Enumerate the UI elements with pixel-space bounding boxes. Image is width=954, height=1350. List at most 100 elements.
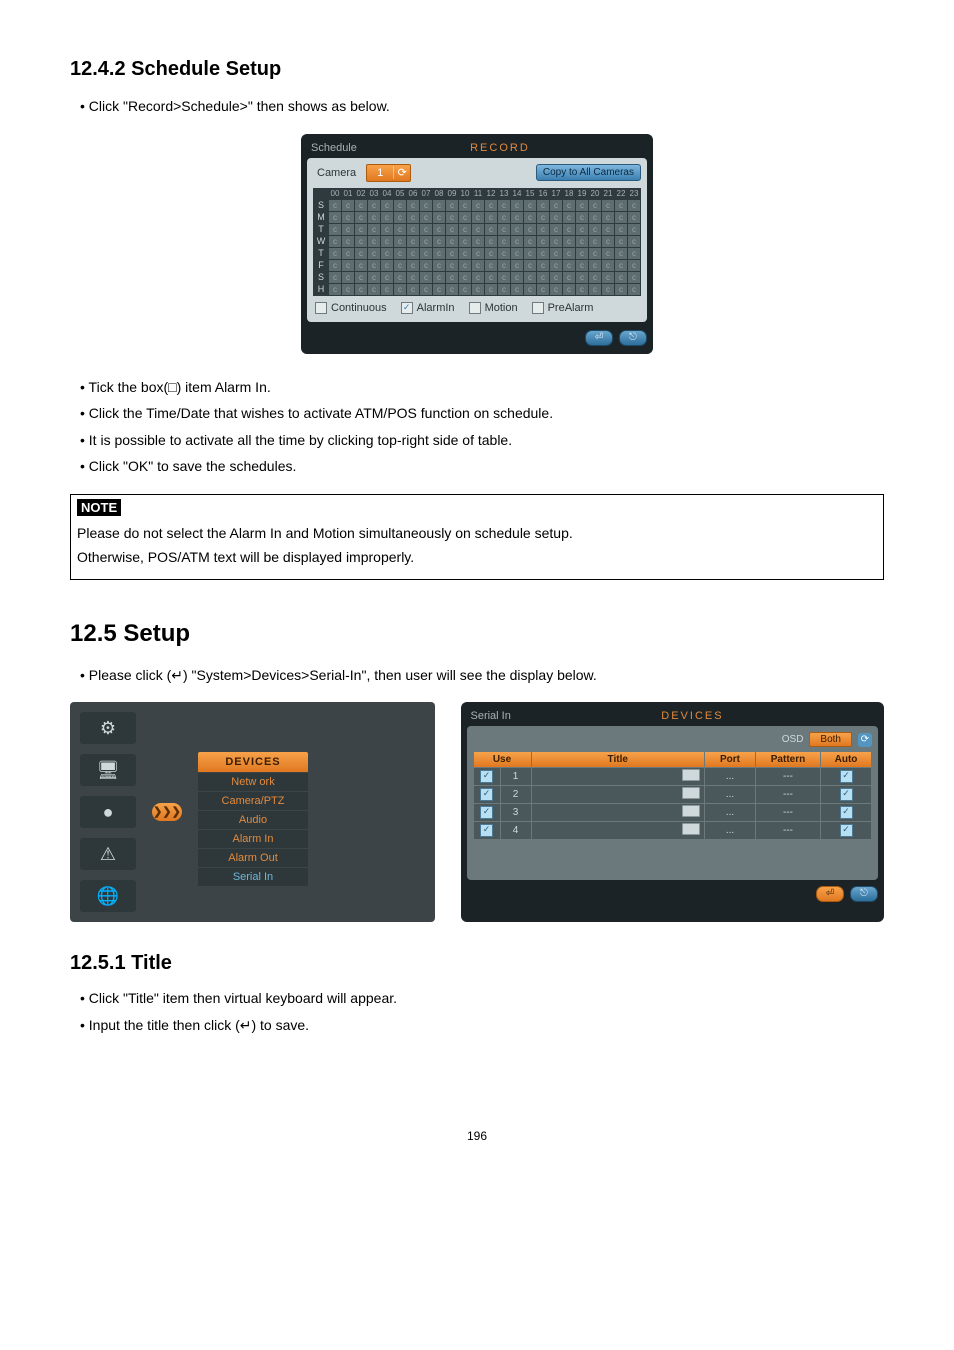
schedule-cell[interactable]: c bbox=[420, 248, 432, 259]
schedule-cell[interactable]: c bbox=[563, 272, 575, 283]
schedule-cell[interactable]: c bbox=[407, 284, 419, 295]
use-checkbox[interactable]: ✓ bbox=[480, 788, 493, 801]
system-icon[interactable]: ⚙ bbox=[80, 712, 136, 744]
schedule-cell[interactable]: c bbox=[485, 212, 497, 223]
schedule-cell[interactable]: c bbox=[524, 284, 536, 295]
schedule-cell[interactable]: c bbox=[537, 260, 549, 271]
schedule-cell[interactable]: c bbox=[524, 236, 536, 247]
schedule-cell[interactable]: c bbox=[563, 224, 575, 235]
event-icon[interactable]: ⚠ bbox=[80, 838, 136, 870]
schedule-cell[interactable]: c bbox=[524, 260, 536, 271]
schedule-cell[interactable]: c bbox=[628, 236, 640, 247]
schedule-cell[interactable]: c bbox=[459, 224, 471, 235]
schedule-cell[interactable]: c bbox=[628, 200, 640, 211]
schedule-cell[interactable]: c bbox=[446, 212, 458, 223]
schedule-cell[interactable]: c bbox=[446, 272, 458, 283]
schedule-cell[interactable]: c bbox=[368, 212, 380, 223]
schedule-cell[interactable]: c bbox=[433, 284, 445, 295]
schedule-cell[interactable]: c bbox=[355, 284, 367, 295]
schedule-cell[interactable]: c bbox=[355, 212, 367, 223]
schedule-cell[interactable]: c bbox=[433, 224, 445, 235]
schedule-cell[interactable]: c bbox=[407, 236, 419, 247]
schedule-cell[interactable]: c bbox=[342, 248, 354, 259]
schedule-cell[interactable]: c bbox=[498, 284, 510, 295]
schedule-cell[interactable]: c bbox=[433, 248, 445, 259]
motion-checkbox[interactable] bbox=[469, 302, 481, 314]
osd-mode-button[interactable]: Both bbox=[809, 732, 852, 747]
menu-item-network[interactable]: Netw ork bbox=[198, 773, 308, 791]
exit-button[interactable]: ⎋ bbox=[850, 886, 878, 902]
schedule-cell[interactable]: c bbox=[498, 248, 510, 259]
schedule-cell[interactable]: c bbox=[550, 272, 562, 283]
schedule-cell[interactable]: c bbox=[407, 260, 419, 271]
schedule-cell[interactable]: c bbox=[615, 212, 627, 223]
schedule-cell[interactable]: c bbox=[563, 248, 575, 259]
schedule-cell[interactable]: c bbox=[342, 212, 354, 223]
schedule-cell[interactable]: c bbox=[498, 260, 510, 271]
schedule-cell[interactable]: c bbox=[472, 200, 484, 211]
schedule-cell[interactable]: c bbox=[342, 260, 354, 271]
schedule-cell[interactable]: c bbox=[446, 200, 458, 211]
refresh-icon[interactable]: ⟳ bbox=[858, 733, 872, 747]
schedule-cell[interactable]: c bbox=[394, 272, 406, 283]
schedule-cell[interactable]: c bbox=[394, 284, 406, 295]
schedule-cell[interactable]: c bbox=[420, 260, 432, 271]
schedule-cell[interactable]: c bbox=[550, 236, 562, 247]
menu-item-alarm-out[interactable]: Alarm Out bbox=[198, 849, 308, 867]
schedule-cell[interactable]: c bbox=[368, 284, 380, 295]
schedule-cell[interactable]: c bbox=[368, 260, 380, 271]
schedule-cell[interactable]: c bbox=[420, 236, 432, 247]
pattern-cell[interactable]: --- bbox=[756, 786, 820, 803]
schedule-cell[interactable]: c bbox=[459, 260, 471, 271]
schedule-cell[interactable]: c bbox=[420, 272, 432, 283]
schedule-cell[interactable]: c bbox=[563, 236, 575, 247]
port-cell[interactable]: ... bbox=[705, 786, 755, 803]
schedule-cell[interactable]: c bbox=[355, 236, 367, 247]
schedule-cell[interactable]: c bbox=[329, 272, 341, 283]
schedule-cell[interactable]: c bbox=[498, 236, 510, 247]
schedule-cell[interactable]: c bbox=[589, 200, 601, 211]
schedule-cell[interactable]: c bbox=[563, 284, 575, 295]
schedule-cell[interactable]: c bbox=[576, 236, 588, 247]
exit-button[interactable]: ⎋ bbox=[619, 330, 647, 346]
schedule-cell[interactable]: c bbox=[472, 260, 484, 271]
camera-selector[interactable]: 1 ⟳ bbox=[366, 164, 411, 182]
schedule-cell[interactable]: c bbox=[329, 236, 341, 247]
schedule-cell[interactable]: c bbox=[329, 284, 341, 295]
schedule-cell[interactable]: c bbox=[420, 212, 432, 223]
schedule-cell[interactable]: c bbox=[602, 224, 614, 235]
auto-checkbox[interactable]: ✓ bbox=[840, 770, 853, 783]
schedule-cell[interactable]: c bbox=[420, 284, 432, 295]
port-cell[interactable]: ... bbox=[705, 768, 755, 785]
schedule-cell[interactable]: c bbox=[537, 272, 549, 283]
schedule-cell[interactable]: c bbox=[537, 236, 549, 247]
schedule-cell[interactable]: c bbox=[446, 236, 458, 247]
schedule-cell[interactable]: c bbox=[498, 212, 510, 223]
schedule-cell[interactable]: c bbox=[550, 260, 562, 271]
schedule-cell[interactable]: c bbox=[368, 272, 380, 283]
schedule-cell[interactable]: c bbox=[576, 248, 588, 259]
schedule-cell[interactable]: c bbox=[537, 212, 549, 223]
schedule-cell[interactable]: c bbox=[355, 260, 367, 271]
schedule-cell[interactable]: c bbox=[485, 248, 497, 259]
schedule-cell[interactable]: c bbox=[381, 272, 393, 283]
schedule-cell[interactable]: c bbox=[329, 200, 341, 211]
schedule-cell[interactable]: c bbox=[615, 284, 627, 295]
schedule-cell[interactable]: c bbox=[589, 212, 601, 223]
devices-icon[interactable]: 🖥 bbox=[80, 754, 136, 786]
menu-item-audio[interactable]: Audio bbox=[198, 811, 308, 829]
schedule-cell[interactable]: c bbox=[381, 284, 393, 295]
use-checkbox[interactable]: ✓ bbox=[480, 806, 493, 819]
schedule-cell[interactable]: c bbox=[394, 200, 406, 211]
schedule-cell[interactable]: c bbox=[589, 236, 601, 247]
schedule-cell[interactable]: c bbox=[329, 248, 341, 259]
schedule-cell[interactable]: c bbox=[381, 212, 393, 223]
schedule-cell[interactable]: c bbox=[511, 248, 523, 259]
schedule-cell[interactable]: c bbox=[537, 284, 549, 295]
schedule-cell[interactable]: c bbox=[524, 272, 536, 283]
port-cell[interactable]: ... bbox=[705, 822, 755, 839]
schedule-cell[interactable]: c bbox=[615, 224, 627, 235]
schedule-cell[interactable]: c bbox=[524, 200, 536, 211]
schedule-cell[interactable]: c bbox=[602, 200, 614, 211]
schedule-cell[interactable]: c bbox=[329, 260, 341, 271]
